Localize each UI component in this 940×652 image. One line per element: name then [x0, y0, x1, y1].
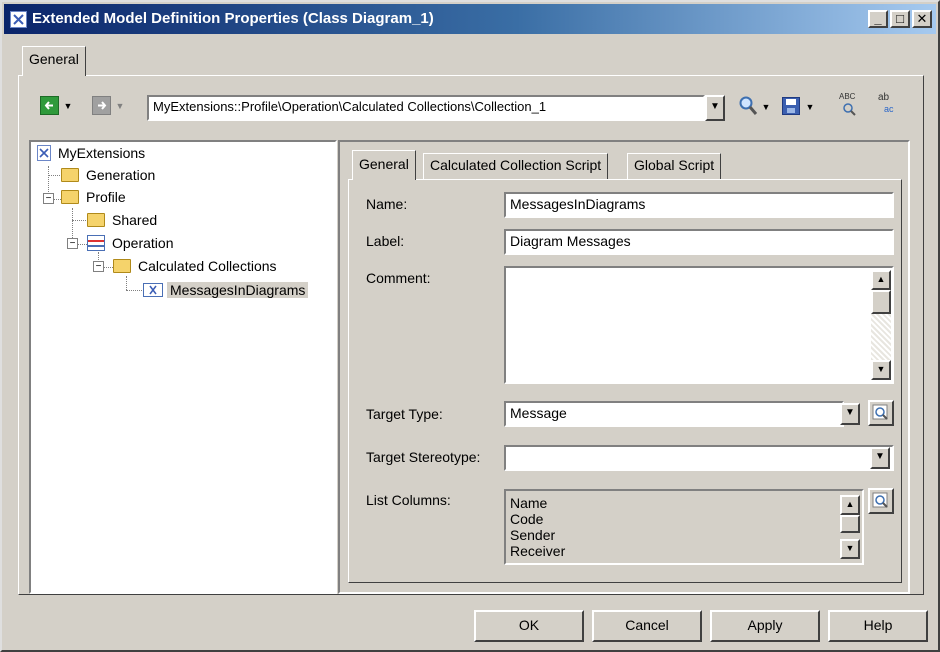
tree-line [72, 220, 86, 221]
tab-general[interactable]: General [352, 150, 416, 180]
list-item[interactable]: Receiver [510, 543, 565, 559]
tree-item-label: Profile [86, 189, 126, 205]
path-dropdown-button[interactable]: ▼ [705, 95, 725, 121]
forward-dropdown-icon[interactable]: ▼ [114, 97, 126, 115]
metaclass-icon [87, 235, 105, 251]
help-button[interactable]: Help [828, 610, 928, 642]
floppy-disk-icon[interactable] [782, 97, 800, 115]
tree-item-label: MyExtensions [58, 145, 146, 161]
target-stereotype-label: Target Stereotype: [366, 449, 481, 465]
spellcheck-text: ABC [839, 92, 856, 101]
back-arrow-icon[interactable] [40, 96, 59, 115]
list-item[interactable]: Code [510, 511, 565, 527]
tree-item-label: Operation [112, 235, 174, 251]
back-dropdown-icon[interactable]: ▼ [62, 97, 74, 115]
tree-line [103, 267, 113, 268]
target-stereotype-dropdown-button[interactable]: ▼ [870, 447, 890, 469]
forward-arrow-icon[interactable] [92, 96, 111, 115]
collapse-toggle-icon[interactable]: − [43, 193, 54, 204]
tree-item-label: Shared [112, 212, 158, 228]
apply-button[interactable]: Apply [710, 610, 820, 642]
list-columns-browse-icon[interactable] [868, 488, 894, 514]
maximize-button[interactable]: □ [890, 10, 910, 28]
target-type-dropdown-button[interactable]: ▼ [840, 403, 860, 425]
target-type-browse-icon[interactable] [868, 400, 894, 426]
scroll-track[interactable] [871, 314, 891, 360]
title-bar: Extended Model Definition Properties (Cl… [4, 4, 936, 34]
tree-item-label: Generation [86, 167, 156, 183]
tree-item-operation[interactable]: Operation [87, 232, 176, 254]
replace-text-bottom: ac [884, 104, 894, 114]
target-type-combobox[interactable]: Message [504, 401, 844, 427]
folder-icon [61, 190, 79, 204]
tree-item-calculated-collections[interactable]: Calculated Collections [113, 255, 280, 277]
tree-item-myextensions[interactable]: MyExtensions [37, 142, 148, 164]
label-label: Label: [366, 233, 405, 249]
tree-item-shared[interactable]: Shared [87, 209, 160, 231]
tab-general-outer[interactable]: General [22, 46, 86, 76]
comment-textarea[interactable] [504, 266, 894, 384]
tree-line [126, 276, 127, 290]
path-combobox[interactable]: MyExtensions::Profile\Operation\Calculat… [147, 95, 705, 121]
tree-item-messagesindiagrams[interactable]: MessagesInDiagrams [143, 279, 309, 301]
tree-line [126, 290, 144, 291]
dialog-window: Extended Model Definition Properties (Cl… [0, 0, 940, 652]
tree-line [77, 244, 87, 245]
replace-text-top: ab [878, 92, 890, 103]
list-scroll-thumb[interactable] [840, 515, 860, 533]
list-scroll-up-button[interactable]: ▲ [840, 495, 860, 515]
tab-calculated-collection-script[interactable]: Calculated Collection Script [423, 153, 609, 179]
list-item[interactable]: Sender [510, 527, 565, 543]
tab-general-outer-label: General [29, 51, 79, 67]
abc-spellcheck-icon[interactable]: ABC [837, 92, 863, 120]
label-field[interactable]: Diagram Messages [504, 229, 894, 255]
window-title: Extended Model Definition Properties (Cl… [32, 10, 434, 27]
folder-icon [87, 213, 105, 227]
list-item[interactable]: Name [510, 495, 565, 511]
tree-item-label: MessagesInDiagrams [167, 282, 309, 298]
tab-global-script[interactable]: Global Script [627, 153, 722, 179]
tree-item-label: Calculated Collections [138, 258, 277, 274]
ok-button[interactable]: OK [474, 610, 584, 642]
tree-item-profile[interactable]: Profile [61, 186, 129, 208]
scroll-up-button[interactable]: ▲ [871, 270, 891, 290]
list-columns-listbox[interactable]: Name Code Sender Receiver ▲ ▼ [504, 489, 864, 565]
name-label: Name: [366, 196, 408, 212]
find-dropdown-icon[interactable]: ▼ [760, 98, 772, 116]
name-field[interactable]: MessagesInDiagrams [504, 192, 894, 218]
minimize-button[interactable]: _ [868, 10, 888, 28]
tab-global-script-label: Global Script [634, 157, 715, 173]
tab-general-label: General [359, 156, 409, 172]
comment-label: Comment: [366, 270, 431, 286]
collapse-toggle-icon[interactable]: − [93, 261, 104, 272]
extension-tree[interactable]: MyExtensions Generation − Profile Shared… [29, 140, 337, 594]
scroll-down-button[interactable]: ▼ [871, 360, 891, 380]
ab-replace-icon[interactable]: ab ac [874, 92, 900, 120]
folder-icon [61, 168, 79, 182]
tree-line [53, 199, 61, 200]
magnifier-icon[interactable] [738, 95, 758, 117]
target-type-label: Target Type: [366, 406, 443, 422]
tree-item-generation[interactable]: Generation [61, 164, 158, 186]
calculated-collection-icon [143, 283, 163, 297]
save-dropdown-icon[interactable]: ▼ [804, 98, 816, 116]
collapse-toggle-icon[interactable]: − [67, 238, 78, 249]
list-scroll-down-button[interactable]: ▼ [840, 539, 860, 559]
tab-calculated-collection-script-label: Calculated Collection Script [430, 157, 602, 173]
app-icon [10, 11, 27, 28]
cancel-button[interactable]: Cancel [592, 610, 702, 642]
target-stereotype-combobox[interactable] [504, 445, 894, 471]
scroll-thumb[interactable] [871, 290, 891, 314]
extension-definition-icon [37, 145, 51, 161]
tree-line [48, 175, 60, 176]
list-columns-label: List Columns: [366, 492, 451, 508]
close-button[interactable]: ✕ [912, 10, 932, 28]
folder-icon [113, 259, 131, 273]
